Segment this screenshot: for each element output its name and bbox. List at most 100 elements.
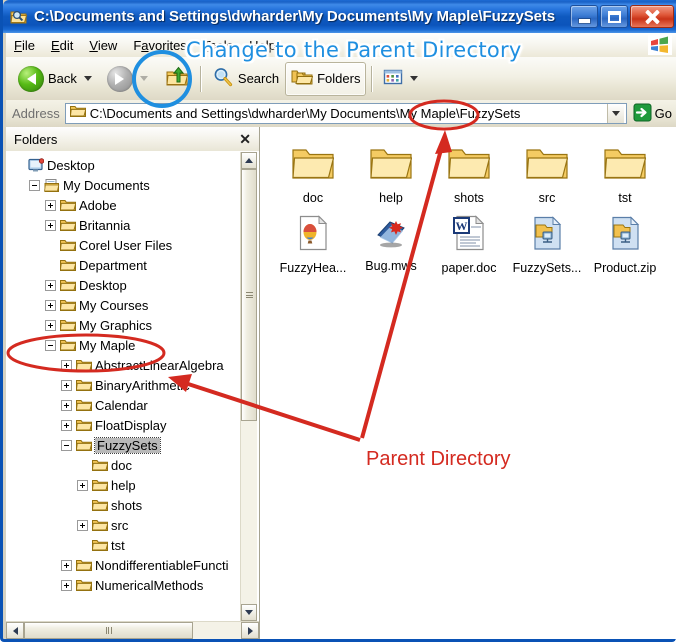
expand-plus-icon[interactable] <box>61 579 72 591</box>
views-icon <box>383 68 403 89</box>
menu-file[interactable]: File <box>6 36 43 55</box>
expand-plus-icon[interactable] <box>77 479 88 491</box>
tree-item-numericalmethods[interactable]: NumericalMethods <box>9 575 239 595</box>
tree-item-label: AbstractLinearAlgebra <box>95 357 224 373</box>
tree-item-label: Department <box>79 257 147 273</box>
close-x-icon[interactable]: ✕ <box>237 131 253 148</box>
views-button[interactable] <box>377 62 427 96</box>
menu-edit[interactable]: Edit <box>43 36 81 55</box>
tree-item-my-maple[interactable]: My Maple <box>9 335 239 355</box>
tree-item-calendar[interactable]: Calendar <box>9 395 239 415</box>
file-item[interactable]: FuzzySets... <box>508 205 586 275</box>
window-title: C:\Documents and Settings\dwharder\My Do… <box>34 8 555 25</box>
close-button[interactable] <box>630 5 674 28</box>
tree-item-my-documents[interactable]: My Documents <box>9 175 239 195</box>
file-item[interactable]: src <box>508 135 586 205</box>
back-button[interactable]: Back <box>12 62 101 96</box>
tree-item-shots[interactable]: shots <box>9 495 239 515</box>
file-item[interactable]: doc <box>274 135 352 205</box>
file-item-label: Bug.mws <box>365 259 417 273</box>
menu-help[interactable]: Help <box>241 36 284 55</box>
tree-hscroll-thumb[interactable] <box>24 622 194 639</box>
tree-item-abstractlinearalgebra[interactable]: AbstractLinearAlgebra <box>9 355 239 375</box>
tree-item-help[interactable]: help <box>9 475 239 495</box>
expand-plus-icon[interactable] <box>45 319 56 331</box>
expand-plus-icon[interactable] <box>61 359 72 371</box>
minimize-button[interactable] <box>570 5 598 28</box>
scroll-right-icon[interactable] <box>241 622 259 639</box>
back-arrow-icon <box>18 65 44 92</box>
address-chevron-down-icon[interactable] <box>606 104 624 123</box>
menu-view[interactable]: View <box>81 36 125 55</box>
tree-vscroll-thumb[interactable] <box>241 169 257 422</box>
tree-item-my-courses[interactable]: My Courses <box>9 295 239 315</box>
forward-dropdown-chevron-down-icon[interactable] <box>139 76 148 81</box>
folder-icon <box>526 145 569 186</box>
tree-item-desktop[interactable]: Desktop <box>9 275 239 295</box>
file-item[interactable]: help <box>352 135 430 205</box>
tree-horizontal-scrollbar[interactable] <box>6 621 259 639</box>
tree-item-doc[interactable]: doc <box>9 455 239 475</box>
folders-button[interactable]: Folders <box>285 61 367 96</box>
tree-item-src[interactable]: src <box>9 515 239 535</box>
expand-plus-icon[interactable] <box>61 419 72 431</box>
file-item[interactable]: shots <box>430 135 508 205</box>
scroll-left-icon[interactable] <box>6 622 24 639</box>
menu-favorites[interactable]: Favorites <box>125 36 194 55</box>
tree-item-binaryarithmetic[interactable]: BinaryArithmetic <box>9 375 239 395</box>
scroll-down-icon[interactable] <box>241 604 257 621</box>
file-list-pane[interactable]: doc help shots src tst FuzzyHea... Bug.mws Wpap… <box>260 127 676 639</box>
tree-vertical-scrollbar[interactable] <box>240 152 257 621</box>
tree-item-label: tst <box>111 537 125 553</box>
go-button[interactable]: Go <box>633 103 672 125</box>
tree-vscroll-track[interactable] <box>241 169 257 604</box>
tree-item-adobe[interactable]: Adobe <box>9 195 239 215</box>
tree-item-my-graphics[interactable]: My Graphics <box>9 315 239 335</box>
file-item[interactable]: tst <box>586 135 664 205</box>
expand-plus-icon[interactable] <box>45 219 56 231</box>
file-item[interactable]: Bug.mws <box>352 205 430 275</box>
folders-tree-scroll: Desktop My Documents Adobe Britannia Corel U… <box>8 152 240 621</box>
expand-plus-icon[interactable] <box>77 519 88 531</box>
tree-item-tst[interactable]: tst <box>9 535 239 555</box>
file-item[interactable]: Product.zip <box>586 205 664 275</box>
folder-icon <box>604 145 647 186</box>
collapse-minus-icon[interactable] <box>61 439 72 451</box>
file-item[interactable]: FuzzyHea... <box>274 205 352 275</box>
expand-plus-icon[interactable] <box>61 559 72 571</box>
expand-plus-icon[interactable] <box>45 279 56 291</box>
folder-icon <box>75 558 93 572</box>
tree-item-britannia[interactable]: Britannia <box>9 215 239 235</box>
folder-icon <box>75 378 93 392</box>
tree-item-corel-user-files[interactable]: Corel User Files <box>9 235 239 255</box>
tree-hscroll-track[interactable] <box>24 622 241 639</box>
up-one-level-button[interactable] <box>159 62 195 96</box>
tree-item-floatdisplay[interactable]: FloatDisplay <box>9 415 239 435</box>
expand-plus-icon[interactable] <box>45 299 56 311</box>
tree-item-nondifferentiablefuncti[interactable]: NondifferentiableFuncti <box>9 555 239 575</box>
windows-flag-icon <box>648 35 672 55</box>
back-dropdown-chevron-down-icon[interactable] <box>83 76 92 81</box>
maximize-button[interactable] <box>600 5 628 28</box>
address-value: C:\Documents and Settings\dwharder\My Do… <box>89 106 521 121</box>
folder-icon <box>75 578 93 592</box>
collapse-minus-icon[interactable] <box>29 179 40 191</box>
tree-item-fuzzysets[interactable]: FuzzySets <box>9 435 239 455</box>
scroll-up-icon[interactable] <box>241 152 257 169</box>
search-button[interactable]: Search <box>206 62 285 96</box>
forward-button[interactable] <box>101 62 157 96</box>
file-item[interactable]: Wpaper.doc <box>430 205 508 275</box>
back-button-label: Back <box>48 71 77 86</box>
menu-tools[interactable]: Tools <box>195 36 241 55</box>
file-item-label: doc <box>302 191 324 205</box>
folders-tree-body: Desktop My Documents Adobe Britannia Corel U… <box>6 151 259 621</box>
tree-item-department[interactable]: Department <box>9 255 239 275</box>
address-input[interactable]: C:\Documents and Settings\dwharder\My Do… <box>64 103 627 124</box>
collapse-minus-icon[interactable] <box>45 339 56 351</box>
expand-plus-icon[interactable] <box>45 199 56 211</box>
expand-plus-icon[interactable] <box>61 379 72 391</box>
views-chevron-down-icon[interactable] <box>410 76 419 81</box>
tree-item-desktop[interactable]: Desktop <box>9 155 239 175</box>
expand-plus-icon[interactable] <box>61 399 72 411</box>
